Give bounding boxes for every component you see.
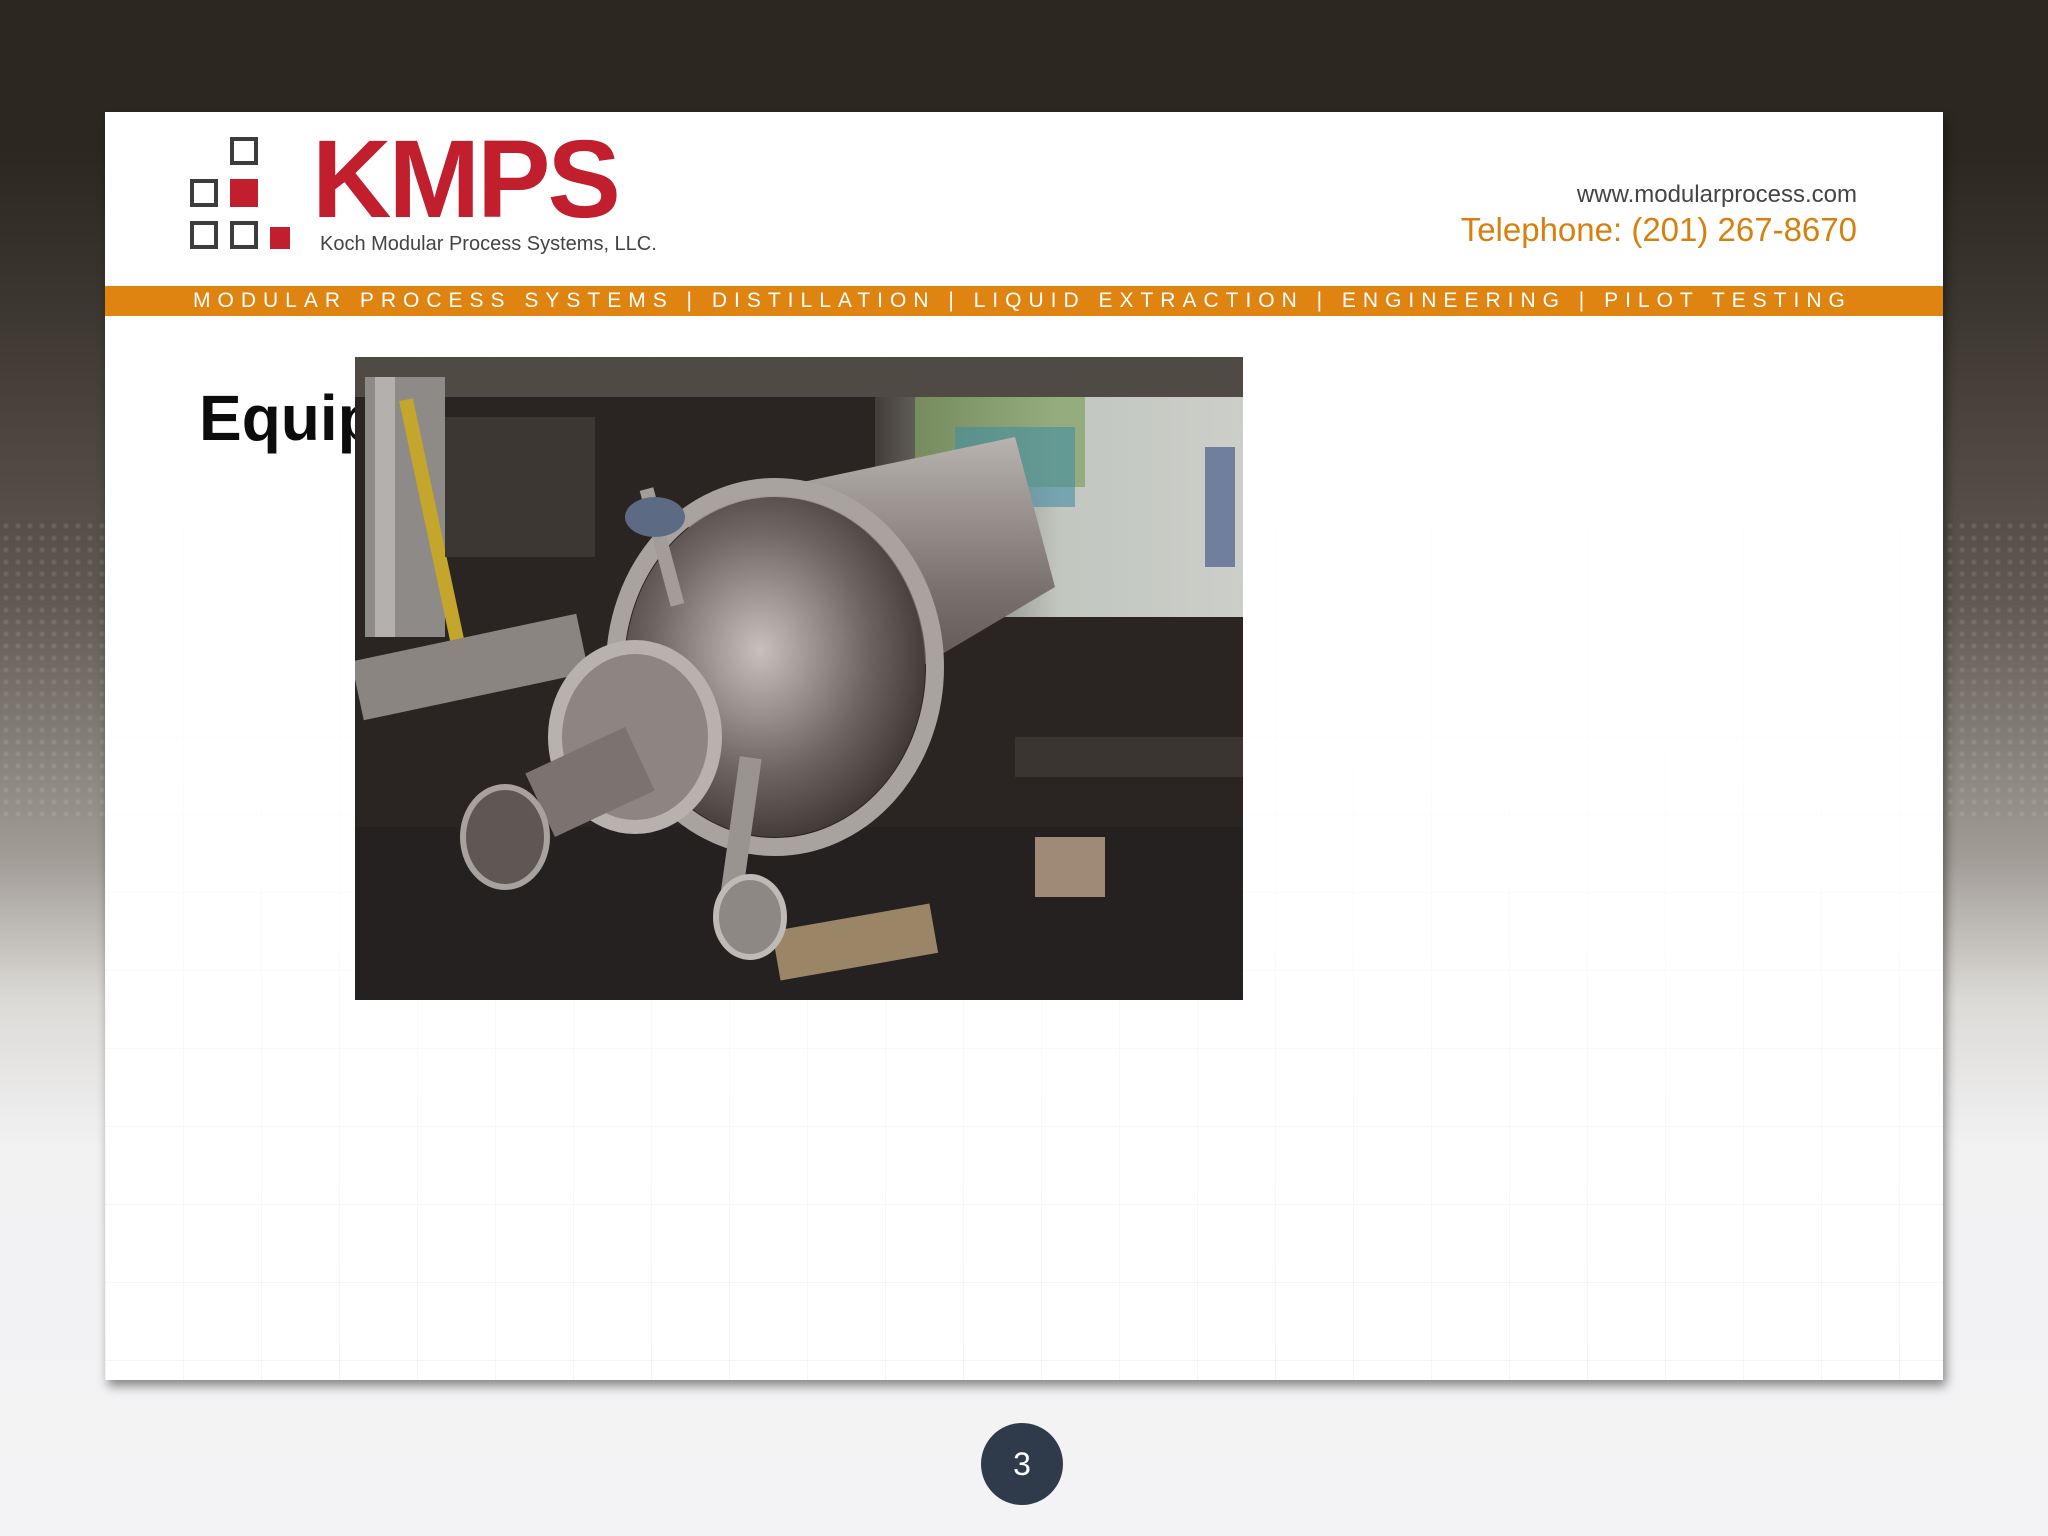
website-link[interactable]: www.modularprocess.com <box>1461 180 1857 210</box>
contact-info: www.modularprocess.com Telephone: (201) … <box>1461 180 1857 250</box>
logo-subtitle: Koch Modular Process Systems, LLC. <box>320 233 657 255</box>
logo-squares-icon <box>190 137 310 259</box>
telephone-number: Telephone: (201) 267-8670 <box>1460 211 1857 248</box>
logo-wordmark: KMPS <box>312 118 621 241</box>
services-band: MODULAR PROCESS SYSTEMS | DISTILLATION |… <box>105 286 1943 316</box>
equipment-photo <box>355 357 1243 1000</box>
page-number-badge: 3 <box>981 1423 1063 1505</box>
kmps-logo: KMPS Koch Modular Process Systems, LLC. <box>190 125 670 265</box>
